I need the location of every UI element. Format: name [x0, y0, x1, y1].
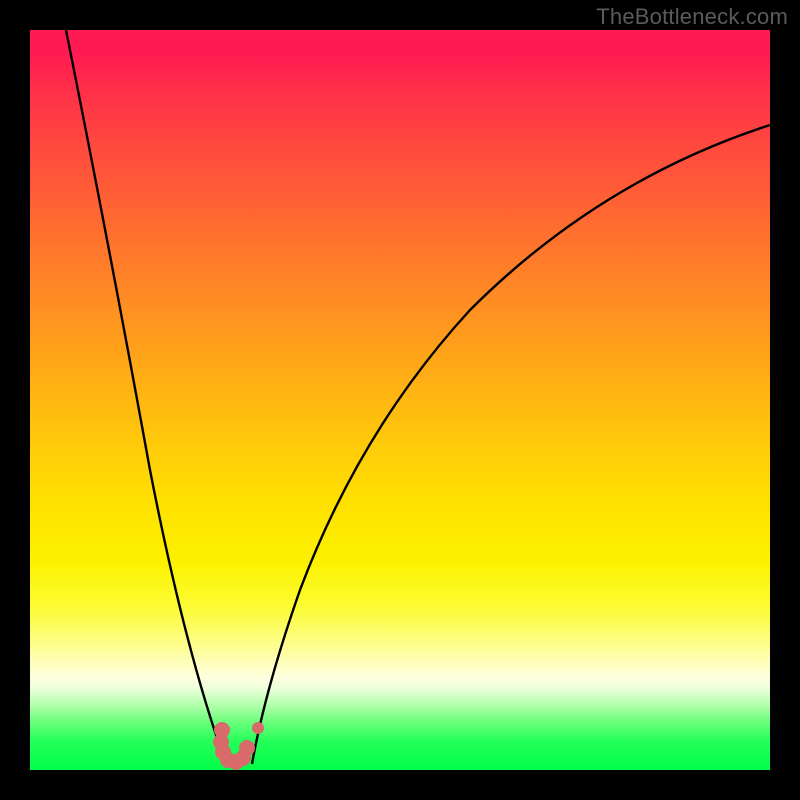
- plot-area: [30, 30, 770, 770]
- curve-overlay: [30, 30, 770, 770]
- outer-frame: TheBottleneck.com: [0, 0, 800, 800]
- left-curve-path: [66, 30, 226, 764]
- watermark-text: TheBottleneck.com: [596, 4, 788, 30]
- right-curve-path: [252, 125, 770, 764]
